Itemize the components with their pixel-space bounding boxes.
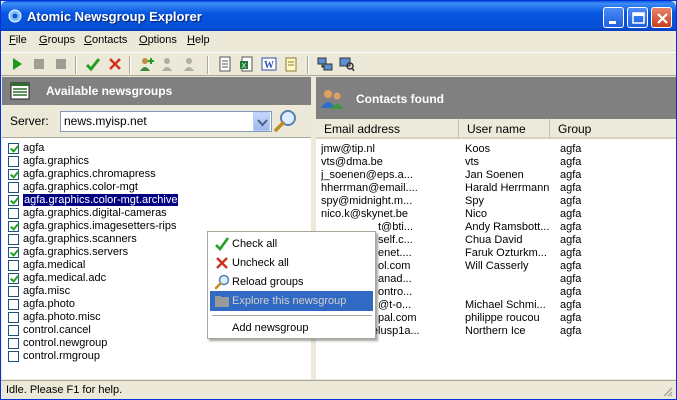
- checkbox[interactable]: [8, 273, 19, 284]
- toolbar: X W: [1, 52, 676, 76]
- server-combobox[interactable]: news.myisp.net: [60, 111, 272, 132]
- document-icon[interactable]: [217, 56, 233, 72]
- window-title: Atomic Newsgroup Explorer: [27, 9, 202, 24]
- newsgroup-item[interactable]: control.rmgroup: [8, 350, 308, 363]
- newsgroup-item[interactable]: agfa.graphics.digital-cameras: [8, 207, 308, 220]
- checkbox[interactable]: [8, 143, 19, 154]
- column-header-email[interactable]: Email address: [316, 119, 458, 139]
- minimize-button[interactable]: [603, 7, 624, 28]
- word-icon[interactable]: W: [261, 56, 277, 72]
- contacts-header: Contacts found: [316, 77, 676, 119]
- checkbox[interactable]: [8, 182, 19, 193]
- table-row[interactable]: vts@dma.be vts agfa: [316, 156, 676, 169]
- stop-icon[interactable]: [31, 56, 47, 72]
- newsgroups-title: Available newsgroups: [46, 84, 173, 98]
- menu-groups[interactable]: Groups: [39, 34, 75, 46]
- app-icon: [8, 9, 22, 23]
- table-row[interactable]: spy@midnight.m... Spy agfa: [316, 195, 676, 208]
- notepad-icon[interactable]: [283, 56, 299, 72]
- remove-contact-icon[interactable]: [183, 56, 199, 72]
- menu-contacts[interactable]: Contacts: [84, 34, 127, 46]
- app-window: Atomic Newsgroup Explorer File Groups Co…: [0, 0, 677, 400]
- edit-contact-icon[interactable]: [161, 56, 177, 72]
- menu-item-add-newsgroup[interactable]: Add newsgroup: [210, 318, 373, 338]
- close-icon: [657, 13, 668, 24]
- x-icon: [216, 257, 228, 269]
- maximize-icon: [632, 12, 645, 24]
- checkbox[interactable]: [8, 234, 19, 245]
- server-label: Server:: [10, 114, 49, 128]
- table-row[interactable]: hherrman@email.... Harald Herrmann agfa: [316, 182, 676, 195]
- newsgroup-item[interactable]: agfa: [8, 142, 308, 155]
- toolbar-separator: [207, 56, 209, 74]
- check-icon[interactable]: [85, 56, 101, 72]
- menu-help[interactable]: Help: [187, 34, 210, 46]
- menu-item-check-all[interactable]: Check all: [210, 234, 373, 254]
- find-computer-icon[interactable]: [339, 56, 355, 72]
- search-icon[interactable]: [274, 109, 298, 133]
- table-row[interactable]: nico.k@skynet.be Nico agfa: [316, 208, 676, 221]
- menu-file[interactable]: File: [9, 34, 27, 46]
- checkbox[interactable]: [8, 286, 19, 297]
- pause-icon[interactable]: [53, 56, 69, 72]
- excel-icon[interactable]: X: [239, 56, 255, 72]
- checkbox[interactable]: [8, 325, 19, 336]
- contacts-title: Contacts found: [356, 92, 444, 106]
- checkbox[interactable]: [8, 260, 19, 271]
- uncheck-icon[interactable]: [107, 56, 123, 72]
- maximize-button[interactable]: [627, 7, 648, 28]
- newsgroup-item[interactable]: agfa.graphics: [8, 155, 308, 168]
- network-icon[interactable]: [317, 56, 333, 72]
- newsgroup-item-selected[interactable]: agfa.graphics.color-mgt.archive: [8, 193, 308, 207]
- newsgroup-item[interactable]: agfa.graphics.chromapress: [8, 168, 308, 181]
- context-menu: Check all Uncheck all Reload groups Expl…: [207, 231, 376, 339]
- magnifier-icon: [214, 274, 230, 290]
- play-icon[interactable]: [9, 56, 25, 72]
- status-bar: Idle. Please F1 for help.: [1, 380, 676, 399]
- svg-text:W: W: [264, 60, 274, 71]
- newsgroup-item[interactable]: agfa.graphics.color-mgt: [8, 181, 308, 194]
- menu-item-explore-newsgroup[interactable]: Explore this newsgroup: [210, 291, 373, 311]
- checkbox[interactable]: [8, 221, 19, 232]
- newsgroups-icon: [10, 82, 30, 100]
- minimize-icon: [609, 21, 616, 24]
- toolbar-separator: [129, 56, 131, 74]
- menu-options[interactable]: Options: [139, 34, 177, 46]
- check-icon: [215, 237, 230, 251]
- checkbox[interactable]: [8, 351, 19, 362]
- checkbox[interactable]: [8, 247, 19, 258]
- menu-item-uncheck-all[interactable]: Uncheck all: [210, 253, 373, 273]
- title-bar[interactable]: Atomic Newsgroup Explorer: [1, 1, 676, 31]
- server-dropdown-button[interactable]: [253, 112, 270, 131]
- checkbox[interactable]: [8, 169, 19, 180]
- table-row[interactable]: j_soenen@eps.a... Jan Soenen agfa: [316, 169, 676, 182]
- folder-icon: [215, 296, 229, 307]
- table-row[interactable]: jmw@tip.nl Koos agfa: [316, 143, 676, 156]
- resize-grip-icon[interactable]: [661, 385, 673, 397]
- checkbox[interactable]: [8, 208, 19, 219]
- add-contact-icon[interactable]: [139, 56, 155, 72]
- svg-text:X: X: [242, 63, 247, 70]
- checkbox[interactable]: [8, 195, 19, 206]
- newsgroups-header: Available newsgroups: [2, 77, 311, 105]
- menu-bar: File Groups Contacts Options Help: [1, 31, 676, 51]
- contacts-icon: [321, 90, 343, 109]
- chevron-down-icon: [257, 119, 268, 127]
- checkbox[interactable]: [8, 312, 19, 323]
- checkbox[interactable]: [8, 338, 19, 349]
- toolbar-separator: [307, 56, 309, 74]
- checkbox[interactable]: [8, 299, 19, 310]
- menu-item-reload-groups[interactable]: Reload groups: [210, 272, 373, 292]
- server-row: Server: news.myisp.net: [2, 105, 311, 137]
- column-header-group[interactable]: Group: [549, 119, 676, 139]
- close-button[interactable]: [651, 7, 672, 28]
- column-header-username[interactable]: User name: [458, 119, 549, 139]
- status-text: Idle. Please F1 for help.: [6, 384, 123, 396]
- toolbar-separator: [75, 56, 77, 74]
- checkbox[interactable]: [8, 156, 19, 167]
- menu-separator: [212, 315, 372, 316]
